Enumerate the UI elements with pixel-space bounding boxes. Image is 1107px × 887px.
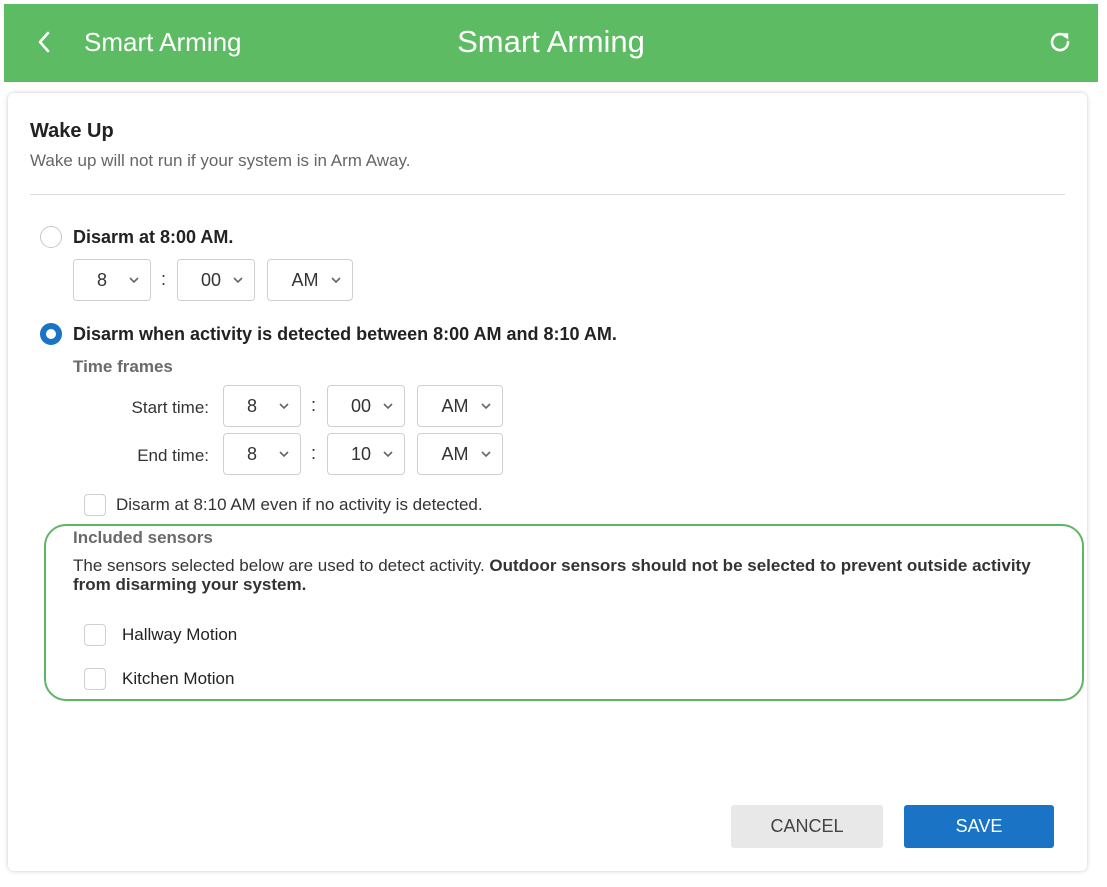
fixed-hour-select[interactable]: 8	[73, 259, 151, 301]
fixed-hour-value: 8	[96, 270, 107, 290]
end-period-select[interactable]: AM	[417, 433, 503, 475]
radio-disarm-fixed[interactable]	[40, 226, 62, 248]
start-minute-select[interactable]: 00	[327, 385, 405, 427]
fallback-disarm-label[interactable]: Disarm at 8:10 AM even if no activity is…	[116, 495, 483, 515]
chevron-left-icon	[38, 31, 50, 53]
chevron-down-icon	[481, 451, 491, 458]
start-hour-value: 8	[246, 396, 257, 416]
fixed-period-select[interactable]: AM	[267, 259, 353, 301]
time-separator: :	[311, 443, 317, 463]
radio-disarm-activity[interactable]	[40, 323, 62, 345]
sensors-description: The sensors selected below are used to d…	[73, 556, 1068, 594]
cancel-button[interactable]: CANCEL	[731, 805, 883, 848]
save-button[interactable]: SAVE	[904, 805, 1054, 848]
end-time-label: End time:	[137, 446, 209, 465]
sensors-description-text: The sensors selected below are used to d…	[73, 556, 490, 575]
chevron-down-icon	[383, 403, 393, 410]
refresh-button[interactable]	[1044, 26, 1076, 58]
option-fixed-label[interactable]: Disarm at 8:00 AM.	[73, 227, 233, 248]
fallback-disarm-checkbox[interactable]	[84, 494, 106, 516]
start-period-select[interactable]: AM	[417, 385, 503, 427]
chevron-down-icon	[383, 451, 393, 458]
sensor-checkbox-hallway[interactable]	[84, 624, 106, 646]
chevron-down-icon	[481, 403, 491, 410]
chevron-down-icon	[279, 451, 289, 458]
start-time-label: Start time:	[131, 398, 209, 417]
fixed-minute-select[interactable]: 00	[177, 259, 255, 301]
refresh-icon	[1050, 32, 1070, 52]
chevron-down-icon	[279, 403, 289, 410]
sensor-label-kitchen[interactable]: Kitchen Motion	[122, 669, 234, 689]
divider	[30, 194, 1065, 195]
end-minute-select[interactable]: 10	[327, 433, 405, 475]
time-separator: :	[161, 269, 167, 289]
wake-up-card: Wake Up Wake up will not run if your sys…	[8, 93, 1087, 871]
time-separator: :	[311, 395, 317, 415]
app-header: Smart Arming Smart Arming	[4, 4, 1098, 82]
back-label[interactable]: Smart Arming	[84, 24, 242, 60]
included-sensors-heading: Included sensors	[73, 528, 213, 547]
time-frames-heading: Time frames	[73, 357, 173, 376]
end-hour-select[interactable]: 8	[223, 433, 301, 475]
sensor-checkbox-kitchen[interactable]	[84, 668, 106, 690]
start-hour-select[interactable]: 8	[223, 385, 301, 427]
section-description: Wake up will not run if your system is i…	[30, 151, 411, 170]
sensor-label-hallway[interactable]: Hallway Motion	[122, 625, 237, 645]
chevron-down-icon	[129, 277, 139, 284]
end-hour-value: 8	[246, 444, 257, 464]
chevron-down-icon	[331, 277, 341, 284]
section-title: Wake Up	[30, 120, 114, 142]
back-button[interactable]	[30, 24, 58, 60]
option-activity-label[interactable]: Disarm when activity is detected between…	[73, 324, 617, 345]
chevron-down-icon	[233, 277, 243, 284]
